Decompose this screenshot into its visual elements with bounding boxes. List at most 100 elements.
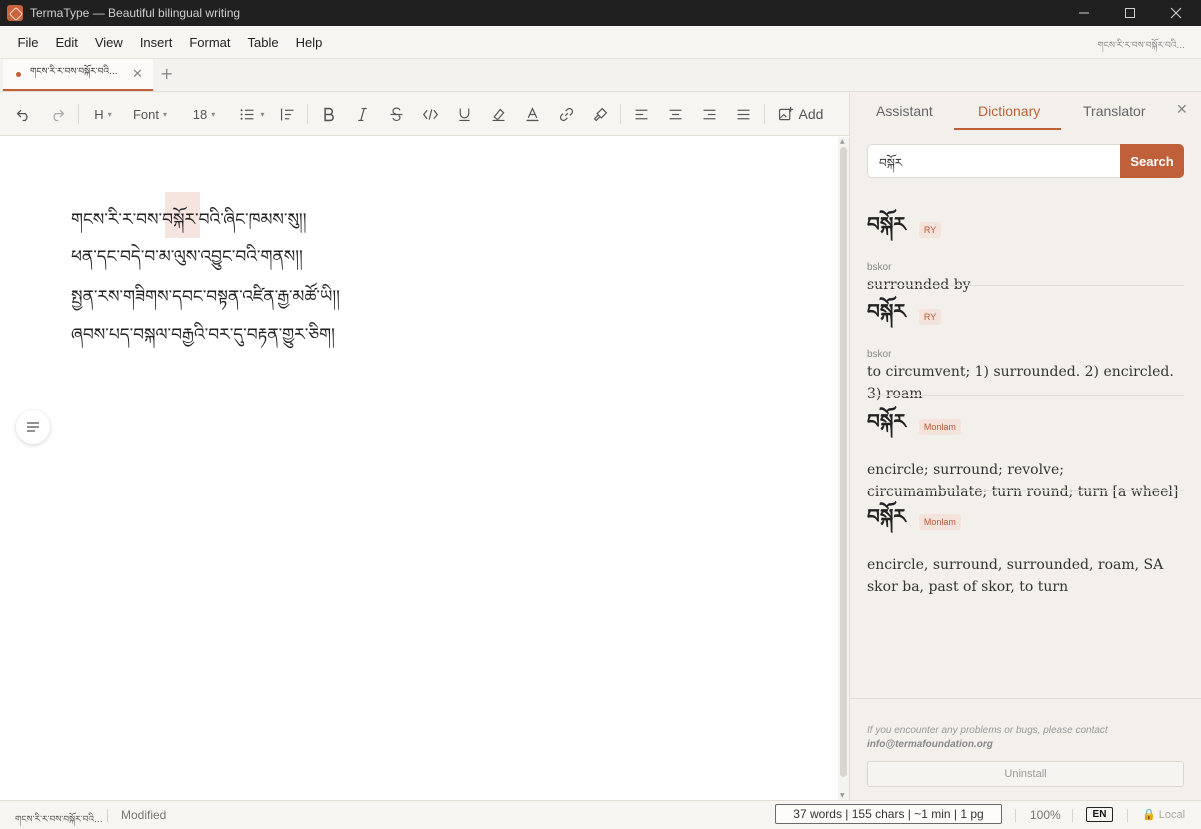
menu-file[interactable]: File xyxy=(9,35,47,50)
line-spacing-icon xyxy=(280,108,293,120)
format-painter-button[interactable] xyxy=(590,103,610,125)
minimize-icon xyxy=(1079,12,1089,14)
link-button[interactable] xyxy=(556,103,576,125)
code-icon xyxy=(422,108,438,120)
panel-tabs: Assistant Dictionary Translator ✕ xyxy=(850,92,1201,132)
entry-definition: encircle, surround, surrounded, roam, SA… xyxy=(867,557,1164,595)
window-close-button[interactable] xyxy=(1153,0,1199,26)
entry-term: བསྐོར xyxy=(867,409,906,433)
align-left-button[interactable] xyxy=(631,103,651,125)
heading-dropdown[interactable]: H ▾ xyxy=(90,103,116,125)
menu-insert[interactable]: Insert xyxy=(131,35,181,50)
scrollbar-thumb[interactable] xyxy=(840,147,847,777)
heading-label: H xyxy=(94,106,104,122)
toolbar-divider xyxy=(764,104,765,124)
scroll-up-icon[interactable]: ▲ xyxy=(840,138,845,145)
dictionary-search-input[interactable]: བསྐོར xyxy=(867,144,1120,178)
align-right-button[interactable] xyxy=(699,103,719,125)
align-center-button[interactable] xyxy=(665,103,685,125)
menu-help[interactable]: Help xyxy=(287,35,331,50)
chevron-down-icon: ▾ xyxy=(107,109,112,119)
app-logo-icon xyxy=(7,5,23,21)
document-tab-label: གངས་རི་ར་བས་བསྐོར་བའི... xyxy=(30,66,118,77)
editor-area[interactable]: གངས་རི་ར་བས་བསྐོར་བའི་ཞིང་ཁམས་སུ།། ཕན་དང… xyxy=(0,137,838,800)
close-icon xyxy=(1170,7,1182,19)
support-note: If you encounter any problems or bugs, p… xyxy=(867,725,1108,736)
redo-button[interactable] xyxy=(47,103,67,125)
unsaved-dot-icon xyxy=(16,71,21,77)
entry-divider xyxy=(867,490,1184,491)
entry-source-badge: RY xyxy=(918,309,942,325)
zoom-level[interactable]: 100% xyxy=(1030,808,1061,822)
paint-brush-icon xyxy=(593,107,607,121)
outline-icon xyxy=(27,422,39,432)
title-bar: TermaType — Beautiful bilingual writing xyxy=(0,0,1201,26)
status-divider xyxy=(107,809,108,822)
formatting-toolbar: H ▾ Font ▾ 18 ▾ ▾ Add xyxy=(0,92,849,136)
scroll-down-icon[interactable]: ▼ xyxy=(840,792,845,799)
language-toggle[interactable]: EN xyxy=(1086,807,1113,822)
tab-close-icon[interactable]: ✕ xyxy=(132,67,143,82)
uninstall-button[interactable]: Uninstall xyxy=(867,761,1184,787)
menu-view[interactable]: View xyxy=(86,35,131,50)
menu-format[interactable]: Format xyxy=(181,35,239,50)
search-button[interactable]: Search xyxy=(1120,144,1184,178)
entry-transliteration: bskor xyxy=(867,262,892,273)
underline-icon xyxy=(458,108,470,121)
entry-term: བསྐོར xyxy=(867,504,906,528)
align-right-icon xyxy=(703,109,715,119)
undo-button[interactable] xyxy=(13,103,33,125)
active-tab-indicator xyxy=(954,128,1061,130)
menu-edit[interactable]: Edit xyxy=(47,35,86,50)
panel-footer-divider xyxy=(850,698,1201,699)
outline-toggle-button[interactable] xyxy=(16,410,50,444)
status-divider xyxy=(1072,809,1073,822)
word-count-stats[interactable]: 37 words | 155 chars | ~1 min | 1 pg xyxy=(775,804,1002,824)
chevron-down-icon: ▾ xyxy=(211,109,216,119)
panel-close-icon[interactable]: ✕ xyxy=(1176,102,1188,118)
entry-divider xyxy=(867,285,1184,286)
text-color-button[interactable] xyxy=(522,103,542,125)
tab-translator[interactable]: Translator xyxy=(1083,103,1146,119)
font-label: Font xyxy=(132,106,159,122)
italic-icon xyxy=(357,107,367,121)
strikethrough-button[interactable] xyxy=(386,103,406,125)
toolbar-divider xyxy=(620,104,621,124)
highlight-button[interactable] xyxy=(488,103,508,125)
window-maximize-button[interactable] xyxy=(1107,0,1153,26)
line-spacing-button[interactable] xyxy=(277,103,297,125)
code-button[interactable] xyxy=(420,103,440,125)
document-tab[interactable]: གངས་རི་ར་བས་བསྐོར་བའི... ✕ xyxy=(3,59,153,91)
menu-bar: File Edit View Insert Format Table Help … xyxy=(0,26,1201,59)
dictionary-entry: བསྐོར RY bskor to circumvent; 1) surroun… xyxy=(867,289,1184,405)
bullet-list-icon xyxy=(241,108,254,120)
editor-line-4[interactable]: ཞབས་པད་བསྐལ་བརྒྱའི་བར་དུ་བརྟན་གྱུར་ཅིག། xyxy=(71,315,335,363)
entry-term: བསྐོར xyxy=(867,212,906,236)
tab-dictionary[interactable]: Dictionary xyxy=(978,103,1040,119)
entry-transliteration: bskor xyxy=(867,349,892,360)
justify-button[interactable] xyxy=(733,103,753,125)
entry-source-badge: RY xyxy=(918,222,942,238)
bold-button[interactable] xyxy=(318,103,338,125)
strikethrough-icon xyxy=(390,107,402,121)
dictionary-entry: བསྐོར Monlam encircle, surround, surroun… xyxy=(867,494,1184,598)
underline-button[interactable] xyxy=(454,103,474,125)
window-minimize-button[interactable] xyxy=(1061,0,1107,26)
new-tab-button[interactable]: + xyxy=(160,64,173,83)
storage-label: Local xyxy=(1158,809,1186,821)
support-email[interactable]: info@termafoundation.org xyxy=(867,739,993,750)
font-size-label: 18 xyxy=(192,106,208,122)
editor-scrollbar[interactable]: ▲ ▼ xyxy=(838,137,849,800)
align-center-icon xyxy=(669,109,681,119)
toolbar-divider xyxy=(307,104,308,124)
menu-table[interactable]: Table xyxy=(239,35,287,50)
italic-button[interactable] xyxy=(352,103,372,125)
tab-assistant[interactable]: Assistant xyxy=(876,103,933,119)
add-button[interactable]: Add xyxy=(775,103,825,125)
add-image-icon xyxy=(778,106,793,120)
font-dropdown[interactable]: Font ▾ xyxy=(128,103,172,125)
list-dropdown[interactable]: ▾ xyxy=(239,103,265,125)
lock-icon: 🔒 xyxy=(1142,809,1156,821)
font-size-dropdown[interactable]: 18 ▾ xyxy=(188,103,220,125)
dictionary-entry: བསྐོར RY bskor surrounded by xyxy=(867,202,1184,296)
